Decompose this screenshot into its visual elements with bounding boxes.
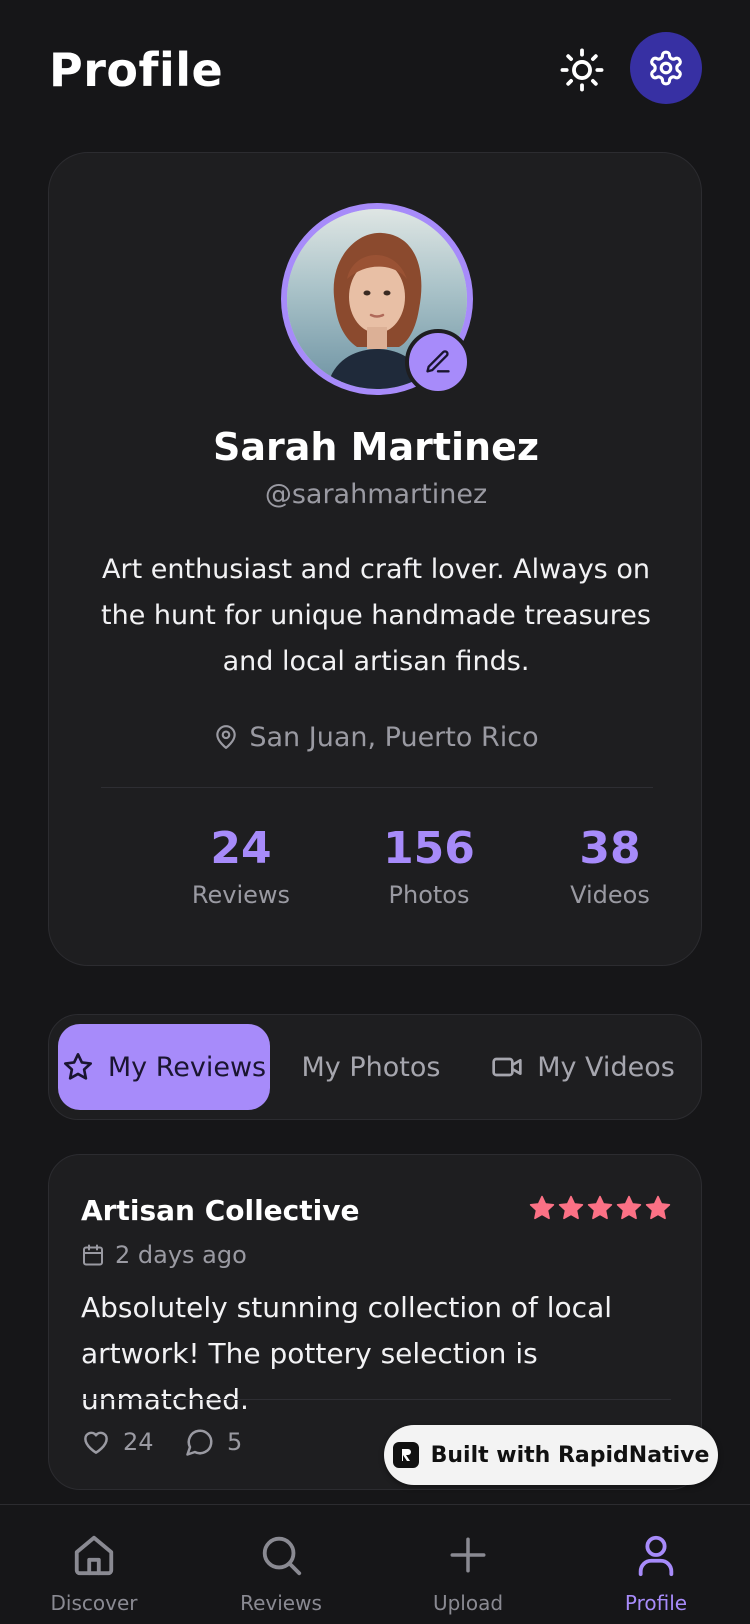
sun-icon — [560, 48, 604, 92]
heart-icon — [84, 1431, 108, 1454]
tab-my-videos[interactable]: My Videos — [469, 1024, 697, 1110]
stat-photos[interactable]: 156 Photos — [329, 821, 529, 913]
divider — [81, 1399, 671, 1400]
star-icon — [587, 1195, 613, 1220]
content-tabs: My Reviews My Photos My Videos — [48, 1014, 702, 1120]
nav-item-profile[interactable]: Profile — [581, 1505, 731, 1624]
star-icon — [529, 1195, 555, 1220]
user-handle: @sarahmartinez — [264, 479, 488, 510]
location-text: San Juan, Puerto Rico — [249, 721, 539, 753]
nav-label: Discover — [50, 1591, 138, 1615]
stat-value: 156 — [383, 823, 475, 874]
stat-label: Photos — [388, 881, 470, 909]
theme-toggle-button[interactable] — [556, 44, 608, 96]
location: San Juan, Puerto Rico — [49, 715, 703, 759]
stat-value: 38 — [579, 823, 641, 874]
stat-reviews[interactable]: 24 Reviews — [141, 821, 341, 913]
search-icon — [262, 1536, 302, 1576]
built-with-badge[interactable]: Built with RapidNative — [384, 1425, 718, 1485]
stat-label: Videos — [570, 881, 650, 909]
user-name: Sarah Martinez — [212, 425, 539, 469]
like-count: 24 — [123, 1428, 154, 1456]
comment-icon — [186, 1429, 213, 1456]
comment-count: 5 — [227, 1428, 243, 1456]
calendar-icon — [83, 1244, 103, 1266]
pencil-icon — [426, 350, 450, 373]
map-pin-icon — [216, 725, 237, 749]
bottom-nav: Discover Reviews Upload Profile — [0, 1504, 750, 1624]
tab-my-photos[interactable]: My Photos — [281, 1024, 461, 1110]
stat-value: 24 — [210, 823, 272, 874]
nav-label: Upload — [432, 1591, 504, 1615]
nav-label: Profile — [624, 1591, 688, 1615]
divider — [101, 787, 653, 788]
tab-label: My Videos — [537, 1051, 675, 1083]
review-date: 2 days ago — [81, 1237, 247, 1273]
stat-label: Reviews — [191, 881, 291, 909]
comment-button[interactable]: 5 — [185, 1427, 242, 1457]
plus-icon — [450, 1537, 486, 1573]
settings-button[interactable] — [630, 32, 702, 104]
user-bio: Art enthusiast and craft lover. Always o… — [101, 554, 651, 677]
review-text: Absolutely stunning collection of local … — [81, 1291, 613, 1416]
rapidnative-logo-icon — [392, 1442, 419, 1468]
tab-label: My Photos — [301, 1051, 441, 1083]
tab-my-reviews[interactable]: My Reviews — [58, 1024, 270, 1110]
star-icon — [558, 1195, 584, 1220]
nav-item-reviews[interactable]: Reviews — [206, 1505, 356, 1624]
like-button[interactable]: 24 — [81, 1427, 154, 1457]
stat-videos[interactable]: 38 Videos — [510, 821, 710, 913]
profile-card: Sarah Martinez @sarahmartinez Art enthus… — [48, 152, 702, 966]
star-outline-icon — [63, 1053, 92, 1080]
star-icon — [645, 1195, 671, 1220]
user-icon — [638, 1535, 674, 1577]
badge-label: Built with RapidNative — [430, 1442, 710, 1468]
video-camera-icon — [492, 1057, 522, 1077]
edit-avatar-button[interactable] — [405, 329, 471, 395]
nav-label: Reviews — [240, 1591, 322, 1615]
nav-item-discover[interactable]: Discover — [19, 1505, 169, 1624]
star-rating — [529, 1195, 671, 1221]
page-title: Profile — [49, 43, 224, 97]
gear-icon — [650, 50, 682, 86]
nav-item-upload[interactable]: Upload — [393, 1505, 543, 1624]
tab-label: My Reviews — [107, 1051, 267, 1083]
review-date-text: 2 days ago — [115, 1241, 247, 1269]
review-title: Artisan Collective — [81, 1194, 360, 1227]
star-icon — [616, 1195, 642, 1220]
home-icon — [74, 1535, 114, 1576]
header: Profile — [0, 0, 750, 140]
